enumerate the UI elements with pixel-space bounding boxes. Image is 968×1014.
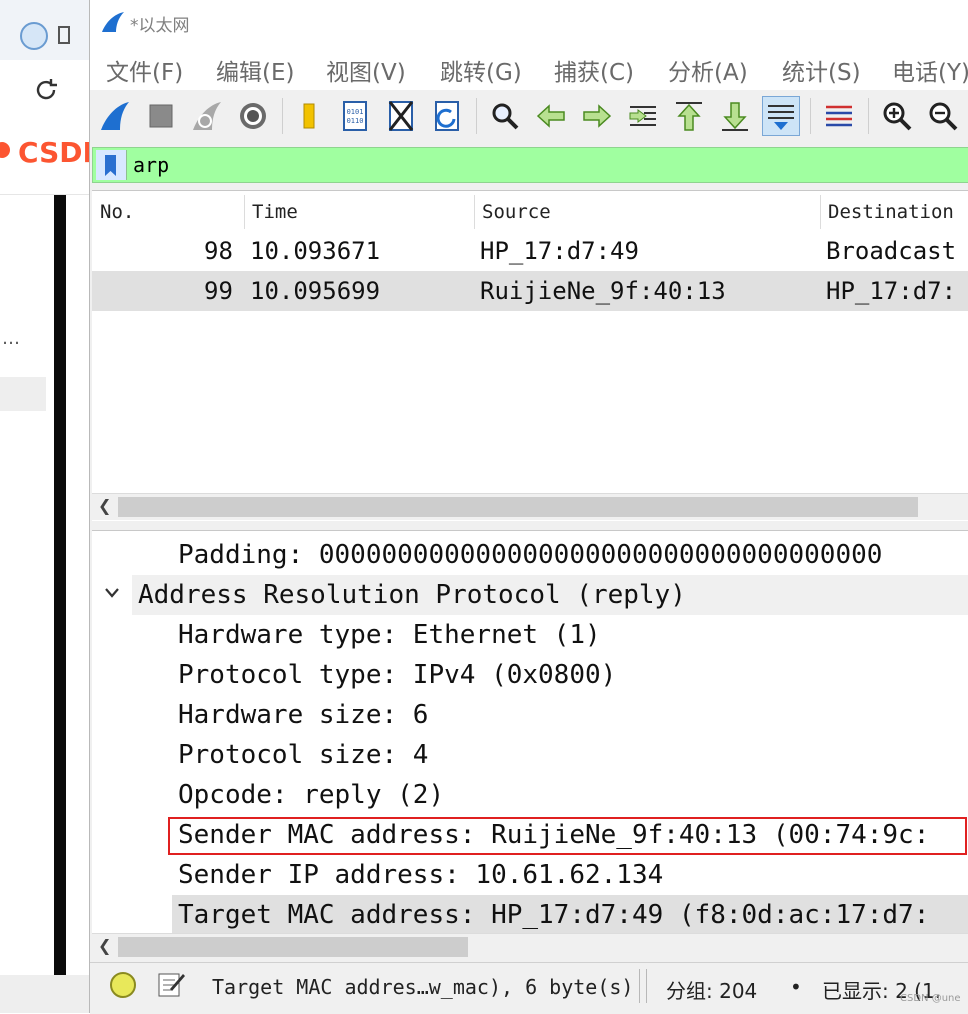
browser-tab-icon[interactable] bbox=[20, 22, 48, 50]
arrow-right-icon[interactable] bbox=[578, 96, 616, 136]
scrollbar-thumb[interactable] bbox=[118, 937, 468, 957]
menu-telephony[interactable]: 电话(Y) bbox=[892, 53, 968, 87]
detail-sender-ip[interactable]: Sender IP address: 10.61.62.134 bbox=[178, 855, 663, 895]
dark-scroll-panel bbox=[54, 195, 66, 975]
cell-no: 99 bbox=[204, 277, 233, 305]
details-hscrollbar[interactable]: ❮ bbox=[92, 933, 968, 960]
browser-tab-strip bbox=[0, 0, 90, 61]
cell-source: RuijieNe_9f:40:13 bbox=[480, 277, 726, 305]
svg-text:0110: 0110 bbox=[347, 117, 364, 125]
menu-view[interactable]: 视图(V) bbox=[326, 53, 406, 87]
browser-toolbar bbox=[0, 60, 90, 117]
toolbar-separator bbox=[476, 98, 477, 134]
close-file-icon[interactable] bbox=[382, 96, 420, 136]
detail-hardware-size[interactable]: Hardware size: 6 bbox=[178, 695, 428, 735]
stop-square-icon[interactable] bbox=[142, 96, 180, 136]
title-bar: *以太网 bbox=[90, 0, 968, 44]
file-binary-icon[interactable]: 0101 0110 bbox=[336, 96, 374, 136]
toolbar-separator bbox=[282, 98, 283, 134]
status-bullet: • bbox=[790, 975, 802, 999]
reload-file-icon[interactable] bbox=[428, 96, 466, 136]
table-row[interactable]: 98 10.093671 HP_17:d7:49 Broadcast bbox=[92, 231, 968, 271]
display-filter-input[interactable] bbox=[133, 151, 953, 179]
packet-count: 分组: 204 bbox=[666, 979, 758, 1003]
status-separator bbox=[646, 969, 647, 1003]
status-bar: Target MAC addres…w_mac), 6 byte(s) 分组: … bbox=[90, 962, 968, 1014]
shark-fin-start-icon[interactable] bbox=[96, 96, 134, 136]
menu-statistics[interactable]: 统计(S) bbox=[782, 53, 861, 87]
document-icon[interactable] bbox=[58, 26, 70, 44]
goto-packet-icon[interactable] bbox=[624, 96, 662, 136]
cell-no: 98 bbox=[204, 237, 233, 265]
menu-bar: 文件(F) 编辑(E) 视图(V) 跳转(G) 捕获(C) 分析(A) 统计(S… bbox=[90, 44, 968, 90]
edit-comment-icon[interactable] bbox=[156, 969, 186, 999]
csdn-logo-icon bbox=[0, 142, 10, 158]
watermark: CSDN @une bbox=[900, 993, 961, 1004]
reload-icon[interactable] bbox=[32, 76, 60, 104]
packet-list-header: No. Time Source Destination bbox=[92, 191, 968, 234]
scrollbar-thumb[interactable] bbox=[118, 497, 918, 517]
csdn-brand-text: CSDN bbox=[18, 136, 90, 169]
menu-analyze[interactable]: 分析(A) bbox=[668, 53, 748, 87]
scroll-left-icon[interactable]: ❮ bbox=[98, 496, 111, 515]
list-item[interactable] bbox=[0, 377, 46, 411]
detail-padding[interactable]: Padding: 0000000000000000000000000000000… bbox=[178, 535, 882, 575]
toolbar-separator bbox=[868, 98, 869, 134]
scroll-left-icon[interactable]: ❮ bbox=[98, 936, 111, 955]
status-field-info: Target MAC addres…w_mac), 6 byte(s) bbox=[212, 975, 634, 999]
column-header-time[interactable]: Time bbox=[244, 191, 474, 233]
wireshark-fin-icon bbox=[102, 12, 124, 32]
browser-bottom bbox=[0, 975, 90, 1013]
packet-list-hscrollbar[interactable]: ❮ bbox=[92, 493, 968, 520]
cell-time: 10.095699 bbox=[250, 277, 381, 305]
zoom-in-icon[interactable] bbox=[878, 96, 916, 136]
background-browser-window: CSDN … bbox=[0, 0, 90, 1013]
autoscroll-icon[interactable] bbox=[762, 96, 800, 136]
packet-details: Padding: 0000000000000000000000000000000… bbox=[92, 530, 968, 935]
arrow-up-icon[interactable] bbox=[670, 96, 708, 136]
detail-sender-mac[interactable]: Sender MAC address: RuijieNe_9f:40:13 (0… bbox=[178, 815, 929, 855]
gear-icon[interactable] bbox=[234, 96, 272, 136]
detail-hardware-type[interactable]: Hardware type: Ethernet (1) bbox=[178, 615, 601, 655]
csdn-header: CSDN bbox=[0, 116, 90, 195]
toolbar-separator bbox=[810, 98, 811, 134]
search-icon[interactable] bbox=[486, 96, 524, 136]
shark-fin-restart-icon[interactable] bbox=[188, 96, 226, 136]
arrow-left-icon[interactable] bbox=[532, 96, 570, 136]
detail-target-mac[interactable]: Target MAC address: HP_17:d7:49 (f8:0d:a… bbox=[178, 895, 929, 935]
menu-file[interactable]: 文件(F) bbox=[106, 53, 183, 87]
arp-header[interactable]: Address Resolution Protocol (reply) bbox=[138, 575, 686, 615]
chevron-down-icon[interactable] bbox=[104, 587, 120, 599]
column-header-no[interactable]: No. bbox=[92, 191, 244, 233]
detail-opcode[interactable]: Opcode: reply (2) bbox=[178, 775, 444, 815]
cell-time: 10.093671 bbox=[250, 237, 381, 265]
wireshark-window: *以太网 文件(F) 编辑(E) 视图(V) 跳转(G) 捕获(C) 分析(A)… bbox=[89, 0, 968, 1014]
cell-destination: HP_17:d7: bbox=[826, 277, 957, 305]
detail-protocol-type[interactable]: Protocol type: IPv4 (0x0800) bbox=[178, 655, 616, 695]
ready-status-icon[interactable] bbox=[110, 972, 136, 998]
window-title: *以太网 bbox=[130, 16, 190, 36]
cell-destination: Broadcast bbox=[826, 237, 957, 265]
arrow-down-icon[interactable] bbox=[716, 96, 754, 136]
column-header-destination[interactable]: Destination bbox=[820, 191, 968, 233]
svg-text:0101: 0101 bbox=[347, 108, 364, 116]
packet-list: No. Time Source Destination 98 10.093671… bbox=[92, 190, 968, 521]
bookmark-icon[interactable] bbox=[96, 150, 127, 180]
truncated-text: … bbox=[2, 328, 20, 349]
menu-edit[interactable]: 编辑(E) bbox=[216, 53, 294, 87]
table-row-selected[interactable]: 99 10.095699 RuijieNe_9f:40:13 HP_17:d7: bbox=[92, 271, 968, 311]
display-filter-bar bbox=[92, 147, 968, 183]
main-toolbar: 0101 0110 bbox=[90, 90, 968, 144]
detail-protocol-size[interactable]: Protocol size: 4 bbox=[178, 735, 428, 775]
cell-source: HP_17:d7:49 bbox=[480, 237, 639, 265]
browser-page: … bbox=[0, 195, 54, 975]
colorize-icon[interactable] bbox=[820, 96, 858, 136]
menu-capture[interactable]: 捕获(C) bbox=[554, 53, 634, 87]
column-header-source[interactable]: Source bbox=[474, 191, 820, 233]
folder-icon[interactable] bbox=[290, 96, 328, 136]
status-separator bbox=[639, 969, 640, 1003]
zoom-out-icon[interactable] bbox=[924, 96, 962, 136]
menu-go[interactable]: 跳转(G) bbox=[440, 53, 522, 87]
